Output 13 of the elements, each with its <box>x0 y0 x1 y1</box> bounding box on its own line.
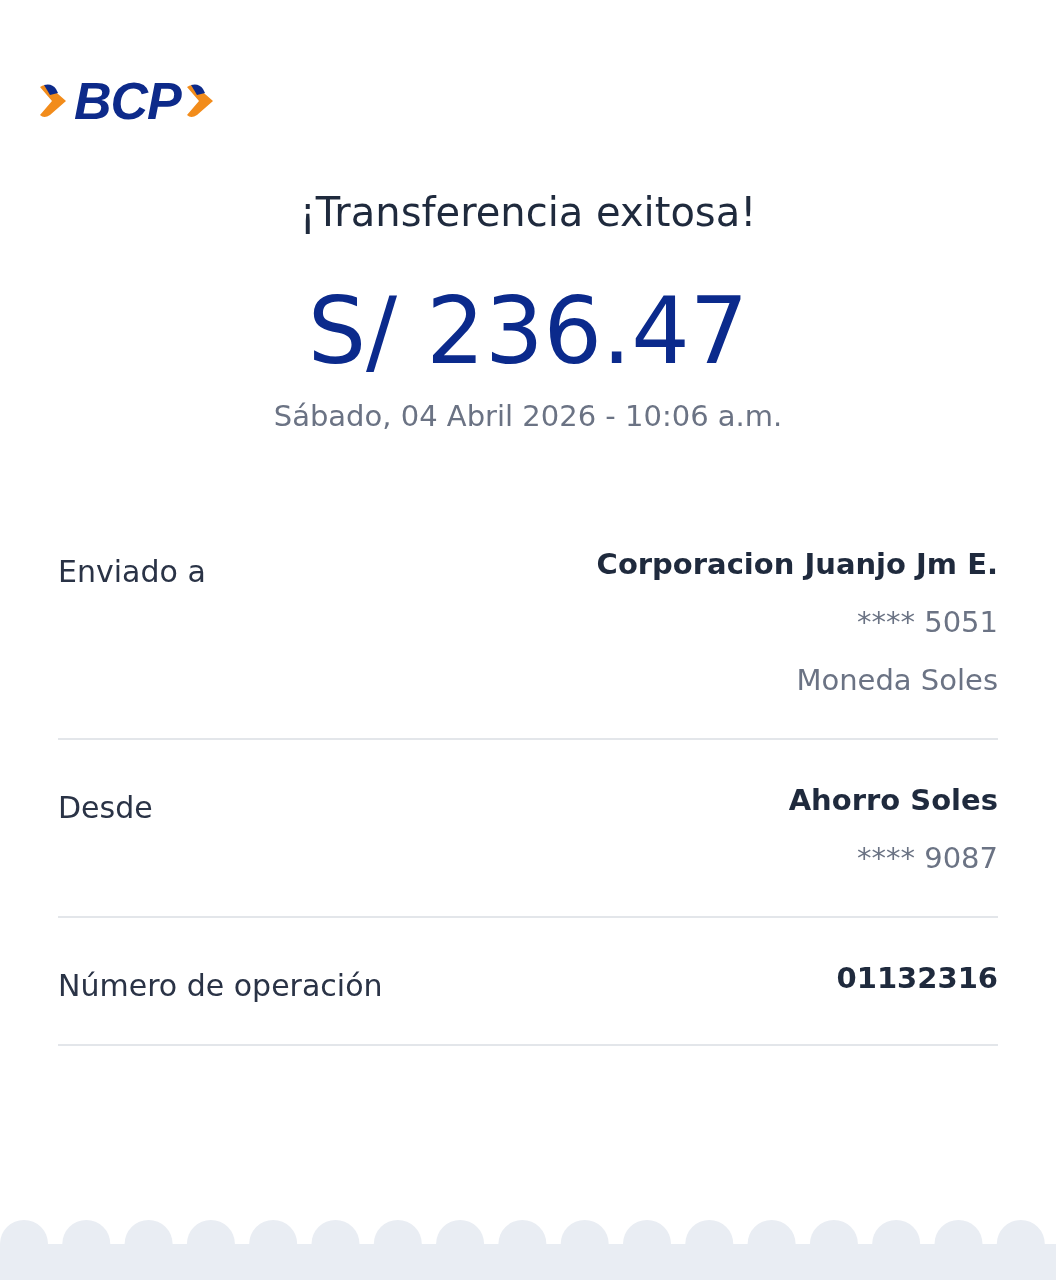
detail-value: Moneda Soles <box>796 662 998 699</box>
detail-value: **** 5051 <box>856 604 998 641</box>
detail-value: Corporacion Juanjo Jm E. <box>596 546 998 583</box>
detail-label: Desde <box>58 789 153 827</box>
detail-value: **** 9087 <box>856 840 998 877</box>
detail-value: Ahorro Soles <box>788 782 998 819</box>
date-time: Sábado, 04 Abril 2026 - 10:06 a.m. <box>272 398 784 435</box>
detail-value: 01132316 <box>836 960 998 997</box>
success-title: ¡Transferencia exitosa! <box>298 188 758 237</box>
amount: S/ 236.47 <box>306 282 750 382</box>
detail-label: Número de operación <box>58 967 383 1005</box>
bank-logo: BCP <box>74 74 181 128</box>
detail-label: Enviado a <box>58 553 206 591</box>
